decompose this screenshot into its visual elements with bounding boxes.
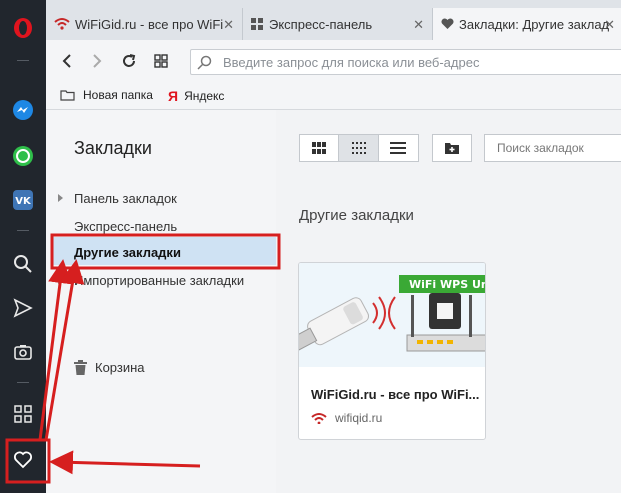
- large-grid-view-button[interactable]: [300, 135, 340, 161]
- expand-arrow-icon[interactable]: [58, 194, 63, 202]
- close-icon[interactable]: ✕: [223, 17, 234, 33]
- tab-express-panel[interactable]: Экспресс-панель ✕: [243, 8, 433, 40]
- grid-icon: [251, 17, 264, 31]
- bookmarks-main: Поиск закладок Другие закладки WiFi WPS …: [276, 110, 621, 493]
- tabs-grid-button[interactable]: [150, 50, 172, 72]
- bookmark-thumbnail: WiFi WPS Un: [299, 263, 486, 367]
- close-icon[interactable]: ✕: [604, 17, 615, 33]
- send-icon[interactable]: [9, 294, 37, 322]
- bookmark-url: wifiqid.ru: [311, 411, 382, 425]
- close-icon[interactable]: ✕: [413, 17, 424, 33]
- tab-label: WiFiGid.ru - все про WiFi: [75, 16, 224, 32]
- tab-label: Закладки: Другие заклад: [459, 16, 610, 32]
- opera-sidebar: VK: [0, 0, 46, 493]
- tab-label: Экспресс-панель: [269, 16, 373, 32]
- opera-logo[interactable]: [9, 14, 37, 42]
- tab-bookmarks[interactable]: Закладки: Другие заклад ✕: [433, 8, 621, 40]
- folder-title: Другие закладки: [299, 207, 414, 224]
- view-mode-group: [299, 134, 419, 162]
- trash-icon: [74, 360, 87, 375]
- bookmark-title: WiFiGid.ru - все про WiFi...: [311, 387, 480, 402]
- yandex-icon: Я: [168, 88, 179, 104]
- tree-item-other-bookmarks[interactable]: Другие закладки: [74, 245, 181, 260]
- address-placeholder: Введите запрос для поиска или веб-адрес: [223, 55, 480, 70]
- bookmark-new-folder[interactable]: Новая папка: [60, 88, 153, 102]
- back-button[interactable]: [56, 50, 78, 72]
- new-folder-button[interactable]: [432, 134, 472, 162]
- camera-icon[interactable]: [9, 338, 37, 366]
- address-bar[interactable]: Введите запрос для поиска или веб-адрес: [190, 49, 621, 75]
- tree-item-bookmarks-bar[interactable]: Панель закладок: [74, 191, 177, 206]
- tab-strip: WiFiGid.ru - все про WiFi ✕ Экспресс-пан…: [46, 0, 621, 40]
- whatsapp-icon[interactable]: [9, 142, 37, 170]
- wifi-icon: [54, 17, 70, 31]
- vk-icon[interactable]: VK: [9, 186, 37, 214]
- wifi-icon: [311, 412, 327, 424]
- grid-icon[interactable]: [9, 400, 37, 428]
- heart-icon: [441, 18, 454, 30]
- bookmarks-panel: Закладки Панель закладок Экспресс-панель…: [46, 110, 276, 493]
- tree-item-express-panel[interactable]: Экспресс-панель: [74, 219, 177, 234]
- forward-button[interactable]: [86, 50, 108, 72]
- bookmark-card[interactable]: WiFi WPS Un WiFiGid.ru - все про WiFi...…: [298, 262, 486, 440]
- bookmarks-bar: Новая папка Я Яндекс: [46, 82, 621, 110]
- reload-button[interactable]: [118, 50, 140, 72]
- small-grid-view-button[interactable]: [339, 135, 379, 161]
- toolbar: Введите запрос для поиска или веб-адрес: [46, 40, 621, 82]
- messenger-icon[interactable]: [9, 96, 37, 124]
- list-view-button[interactable]: [379, 135, 418, 161]
- panel-title: Закладки: [74, 138, 152, 158]
- search-icon[interactable]: [9, 250, 37, 278]
- tree-item-imported-bookmarks[interactable]: Импортированные закладки: [74, 273, 244, 288]
- heart-icon[interactable]: [9, 446, 37, 474]
- svg-text:VK: VK: [15, 196, 32, 207]
- bookmark-yandex[interactable]: Я Яндекс: [168, 88, 224, 104]
- thumb-banner-text: WiFi WPS Un: [409, 278, 486, 291]
- folder-icon: [60, 89, 75, 101]
- search-icon: [197, 55, 212, 75]
- bookmarks-search-input[interactable]: Поиск закладок: [484, 134, 621, 162]
- trash-item[interactable]: Корзина: [74, 360, 145, 375]
- expand-arrow-icon[interactable]: [58, 276, 63, 284]
- tab-wifigid[interactable]: WiFiGid.ru - все про WiFi ✕: [46, 8, 243, 40]
